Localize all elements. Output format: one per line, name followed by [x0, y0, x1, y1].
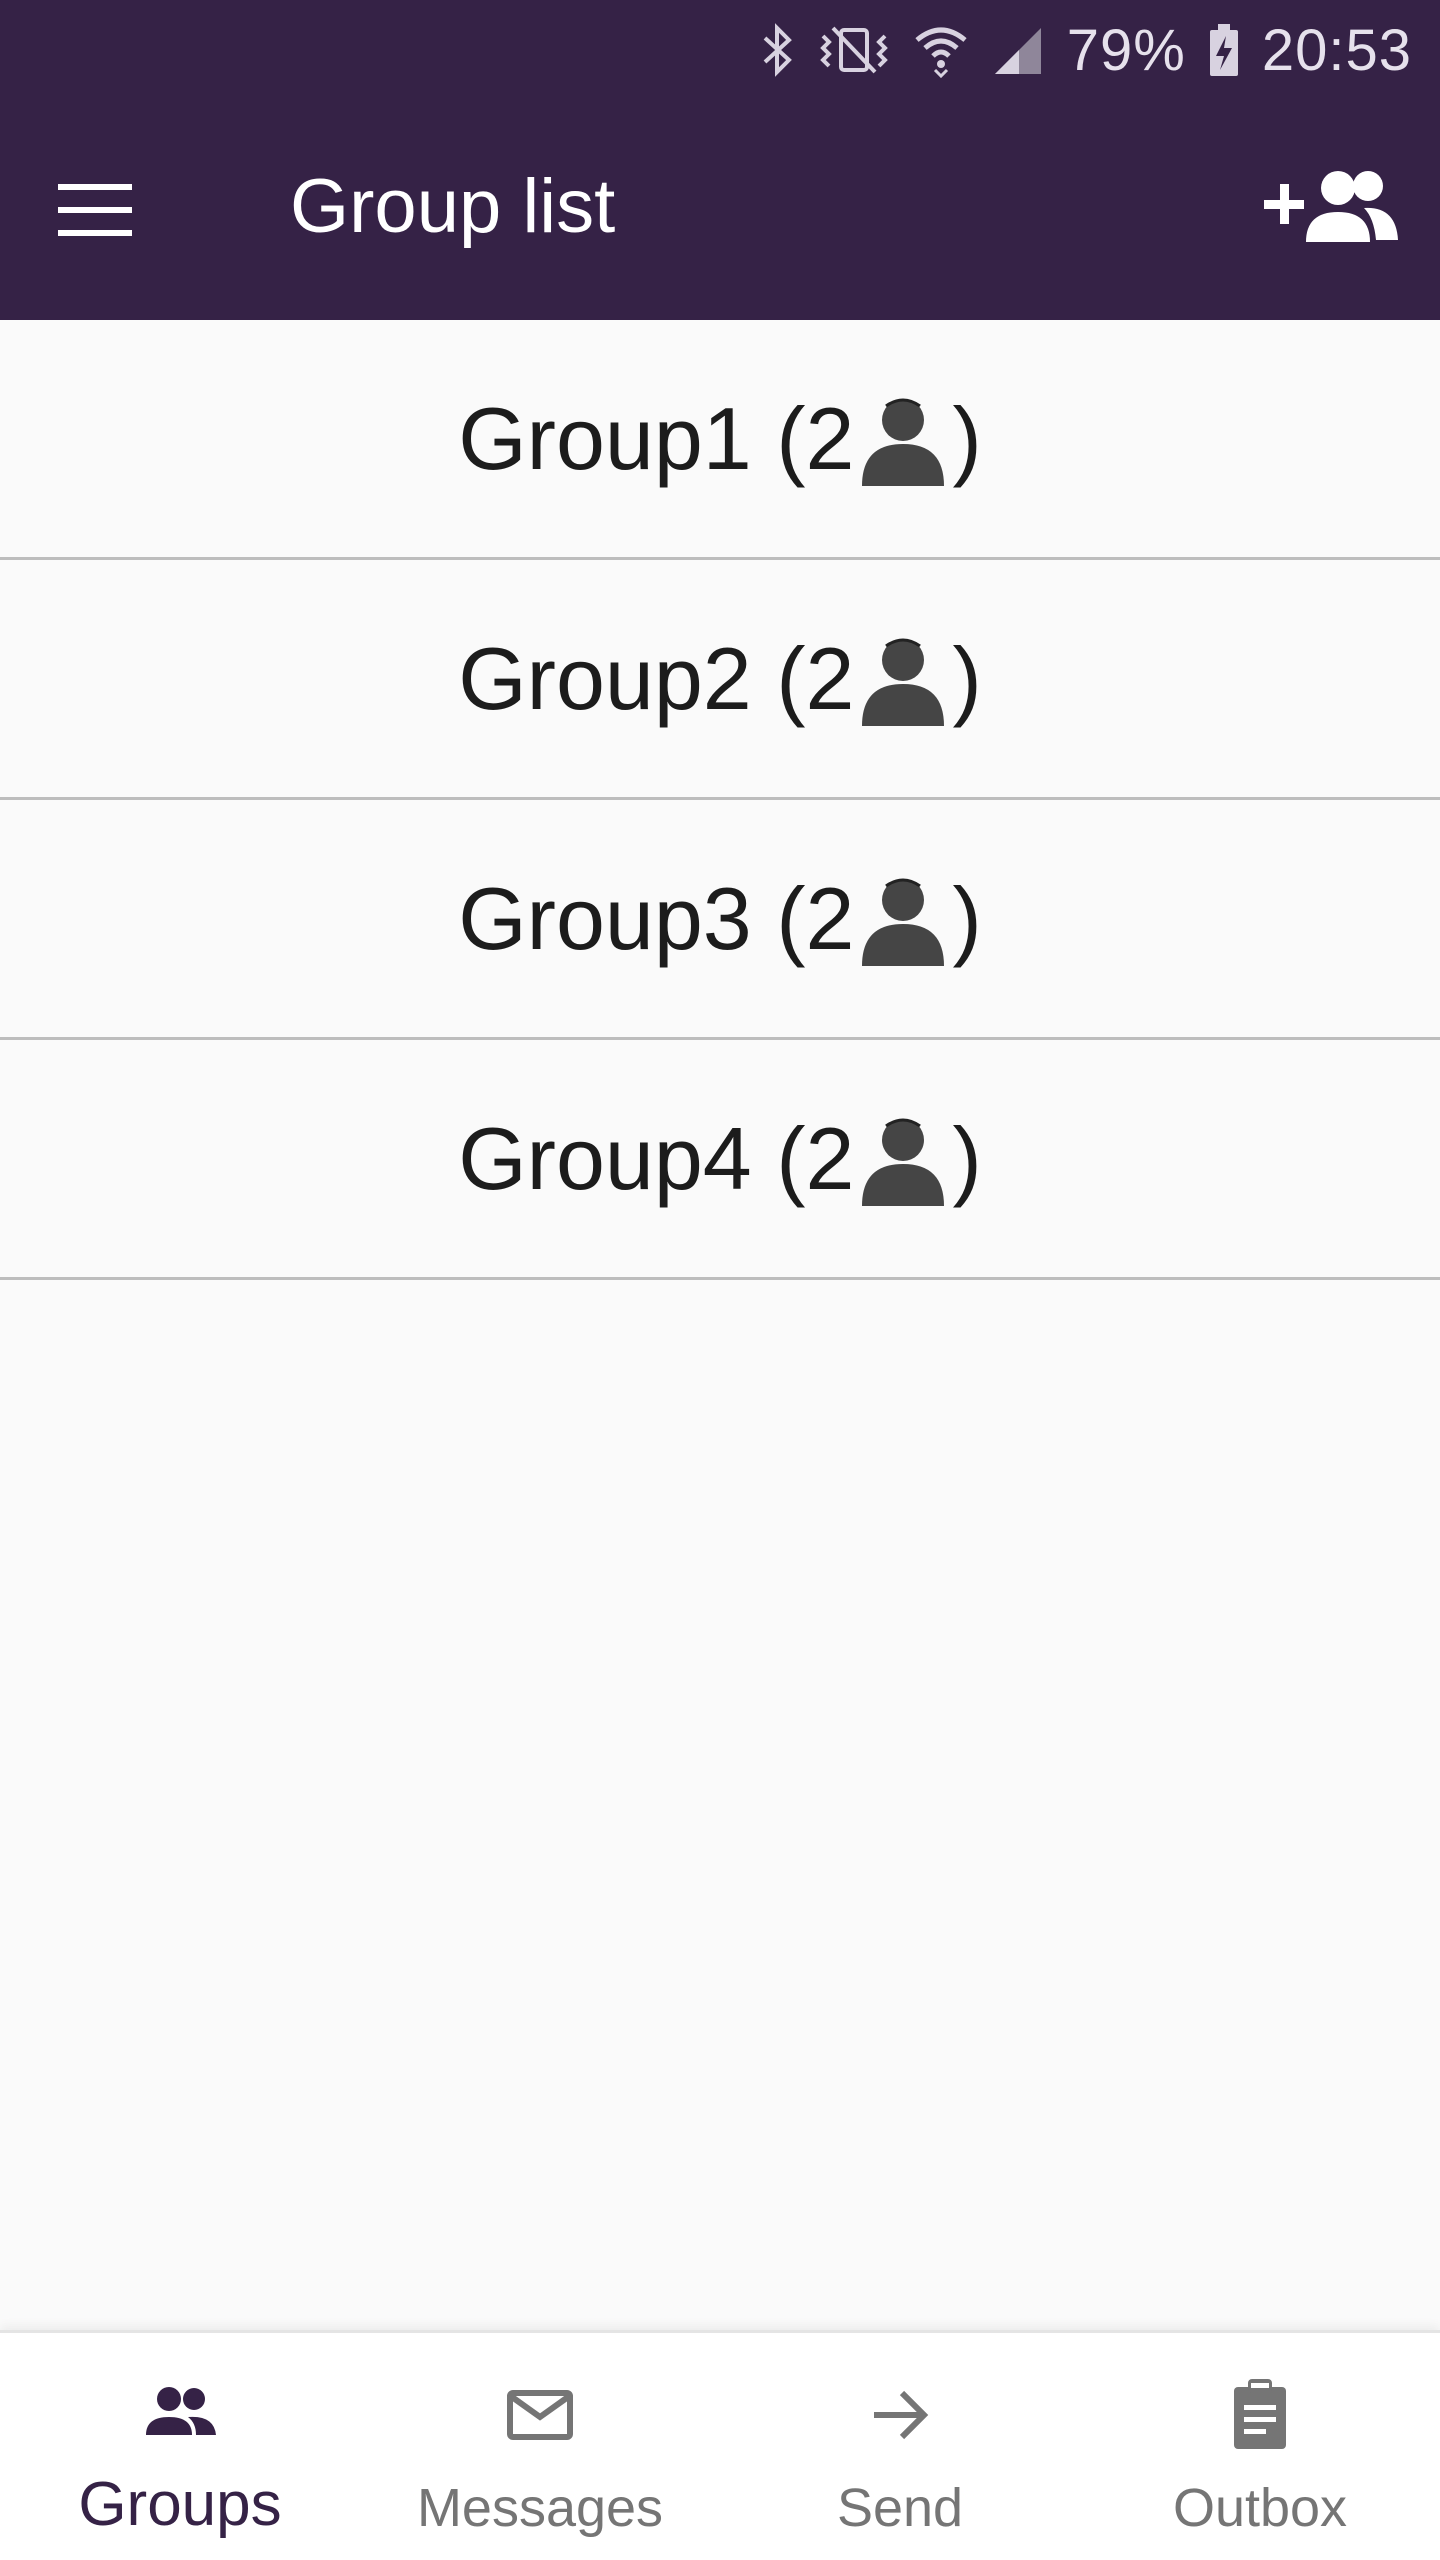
member-count: (2	[751, 388, 855, 488]
nav-item-messages[interactable]: Messages	[360, 2333, 720, 2560]
bottom-navigation: Groups Messages Send Outbox	[0, 2330, 1440, 2560]
status-time: 20:53	[1261, 17, 1412, 83]
mail-icon	[507, 2390, 573, 2440]
group-label: Group2 (2 )	[458, 628, 982, 730]
member-count: (2	[751, 1108, 855, 1208]
group-label: Group3 (2 )	[458, 868, 982, 970]
status-bar: 79% 20:53	[0, 0, 1440, 100]
person-icon	[862, 638, 945, 726]
member-count: (2	[751, 868, 855, 968]
arrow-right-icon	[874, 2390, 929, 2440]
member-count-close: )	[952, 868, 982, 968]
group-name: Group4	[458, 1108, 752, 1208]
group-name: Group1	[458, 388, 752, 488]
nav-label-messages: Messages	[416, 2478, 664, 2538]
list-item[interactable]: Group2 (2 )	[0, 560, 1440, 800]
group-name: Group3	[458, 868, 752, 968]
group-list: Group1 (2 ) Group2 (2 ) Group3 (2) Grou…	[0, 320, 1440, 1280]
battery-charging-icon	[1208, 22, 1240, 78]
person-icon	[862, 1118, 945, 1206]
member-count-close: )	[952, 388, 982, 488]
nav-label-groups: Groups	[78, 2470, 282, 2539]
signal-icon	[991, 22, 1045, 78]
add-group-icon[interactable]	[1260, 162, 1400, 252]
person-icon	[862, 398, 945, 486]
page-title: Group list	[290, 164, 616, 249]
nav-item-send[interactable]: Send	[720, 2333, 1080, 2560]
group-label: Group4 (2 )	[458, 1108, 982, 1210]
list-item[interactable]: Group4 (2 )	[0, 1040, 1440, 1280]
list-item[interactable]: Group1 (2 )	[0, 320, 1440, 560]
person-icon	[862, 878, 945, 966]
nav-item-groups[interactable]: Groups	[0, 2333, 360, 2560]
group-label: Group1 (2 )	[458, 388, 982, 490]
hamburger-menu-icon[interactable]	[52, 170, 138, 250]
bluetooth-icon	[761, 22, 795, 78]
nav-label-outbox: Outbox	[1172, 2478, 1348, 2538]
battery-percent: 79%	[1066, 17, 1186, 83]
member-count-close: )	[952, 628, 982, 728]
list-item[interactable]: Group3 (2 )	[0, 800, 1440, 1040]
group-name: Group2	[458, 628, 752, 728]
groups-icon	[146, 2387, 216, 2435]
clipboard-icon	[1234, 2379, 1286, 2449]
toolbar: Group list	[0, 100, 1440, 320]
app-screen: 79% 20:53 Group list Group1 (2) Group2 …	[0, 0, 1440, 2560]
nav-label-send: Send	[836, 2478, 964, 2538]
nav-item-outbox[interactable]: Outbox	[1080, 2333, 1440, 2560]
member-count-close: )	[952, 1108, 982, 1208]
vibrate-icon	[817, 22, 891, 78]
wifi-icon	[913, 22, 969, 78]
member-count: (2	[751, 628, 855, 728]
